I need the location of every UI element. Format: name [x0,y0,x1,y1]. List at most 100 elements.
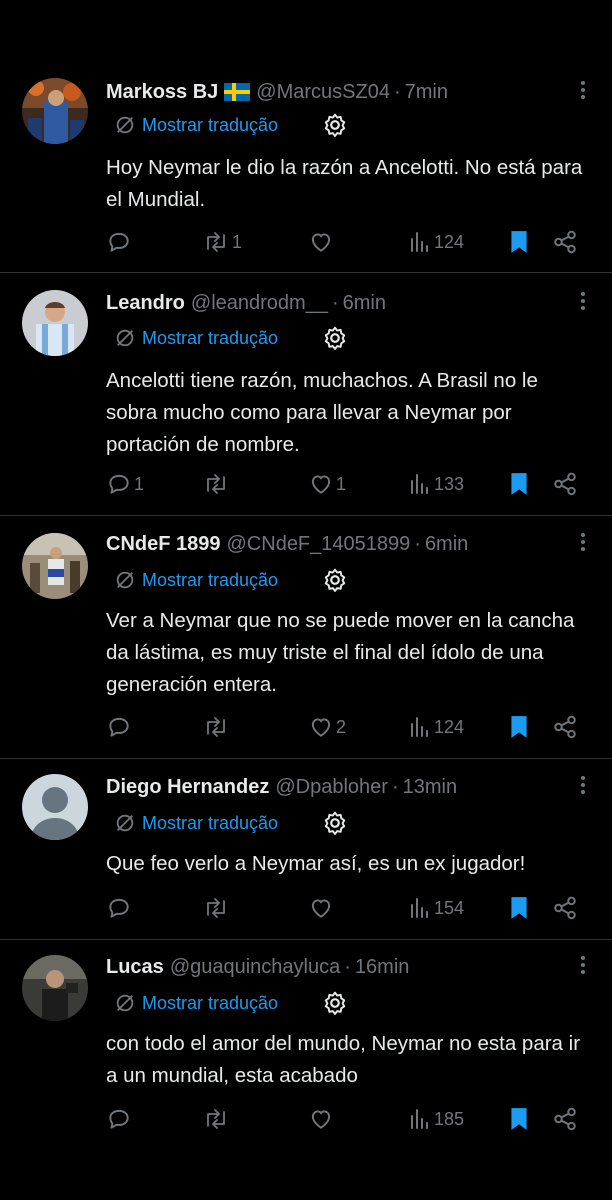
timestamp[interactable]: 6min [343,292,386,315]
translate-icon [116,116,134,134]
retweet-icon [207,232,225,252]
gear-icon[interactable] [322,990,348,1016]
views-count: 185 [434,1108,465,1129]
views-button[interactable]: 154 [408,893,464,923]
share-button[interactable] [552,712,578,742]
like-button[interactable] [308,1104,336,1134]
views-count: 133 [434,473,465,494]
share-button[interactable] [552,469,578,499]
share-icon [554,896,576,920]
avatar[interactable] [22,533,88,599]
share-button[interactable] [552,893,578,923]
avatar[interactable] [22,955,88,1021]
tweet[interactable]: Leandro @leandrodm__ · 6min Mostrar trad… [0,272,612,516]
author-name[interactable]: Diego Hernandez [106,776,269,799]
tweet[interactable]: Markoss BJ @MarcusSZ04 · 7min Mostrar tr… [0,0,612,273]
tweet[interactable]: CNdeF 1899 @CNdeF_14051899 · 6min Mostra… [0,515,612,759]
author-name[interactable]: Lucas [106,956,164,979]
reply-icon [109,1109,129,1129]
retweet-button[interactable]: 1 [202,227,242,257]
views-button[interactable]: 124 [408,712,464,742]
author-handle[interactable]: @CNdeF_14051899 [227,533,411,556]
author-handle[interactable]: @Dpabloher [275,776,388,799]
bookmark-icon [511,473,527,495]
views-button[interactable]: 124 [408,227,464,257]
retweet-icon [207,717,225,737]
retweet-button[interactable] [202,1104,232,1134]
views-icon [411,474,428,494]
views-count: 124 [434,716,465,737]
like-button[interactable] [308,227,336,257]
share-button[interactable] [552,1104,578,1134]
gear-icon[interactable] [322,112,348,138]
reply-button[interactable] [106,893,134,923]
author-handle[interactable]: @MarcusSZ04 [256,81,390,104]
author-name[interactable]: Leandro [106,292,185,315]
author-name[interactable]: CNdeF 1899 [106,533,221,556]
translate-link[interactable]: Mostrar tradução [114,324,278,352]
bookmark-button[interactable] [508,469,530,499]
like-button[interactable]: 1 [308,469,346,499]
avatar[interactable] [22,774,88,840]
translate-label: Mostrar tradução [142,114,279,135]
retweet-button[interactable] [202,712,232,742]
translate-link[interactable]: Mostrar tradução [114,566,278,594]
timestamp[interactable]: 16min [355,956,409,979]
more-icon[interactable] [580,956,586,978]
bookmark-button[interactable] [508,227,530,257]
views-button[interactable]: 133 [408,469,464,499]
reply-button[interactable] [106,712,134,742]
author-name[interactable]: Markoss BJ [106,81,218,104]
action-bar: 154 [106,893,592,923]
gear-icon[interactable] [322,325,348,351]
tweet[interactable]: Diego Hernandez @Dpabloher · 13min Mostr… [0,758,612,940]
retweet-button[interactable] [202,469,232,499]
gear-icon[interactable] [322,567,348,593]
views-icon [411,717,428,737]
author-handle[interactable]: @guaquinchayluca [170,956,340,979]
more-icon[interactable] [580,533,586,555]
bookmark-button[interactable] [508,712,530,742]
translate-icon [116,571,134,589]
views-count: 154 [434,897,465,918]
action-bar: 1 1 133 [106,469,592,499]
translate-icon [116,814,134,832]
translate-link[interactable]: Mostrar tradução [114,989,278,1017]
like-count: 2 [336,716,347,737]
reply-button[interactable] [106,227,134,257]
timestamp[interactable]: 6min [425,533,468,556]
timestamp[interactable]: 13min [403,776,457,799]
views-count: 124 [434,231,465,252]
views-icon [411,232,428,252]
bookmark-icon [511,897,527,919]
avatar[interactable] [22,78,88,144]
share-button[interactable] [552,227,578,257]
retweet-button[interactable] [202,893,232,923]
bookmark-button[interactable] [508,893,530,923]
timestamp[interactable]: 7min [405,81,448,104]
tweet-text: Que feo verlo a Neymar así, es un ex jug… [106,852,526,875]
translate-label: Mostrar tradução [142,812,279,833]
share-icon [554,715,576,739]
avatar[interactable] [22,290,88,356]
like-button[interactable]: 2 [308,712,346,742]
bookmark-icon [511,1108,527,1130]
reply-button[interactable] [106,1104,134,1134]
views-button[interactable]: 185 [408,1104,464,1134]
like-button[interactable] [308,893,336,923]
share-icon [554,472,576,496]
like-icon [311,233,331,252]
reply-icon [109,898,129,918]
bookmark-button[interactable] [508,1104,530,1134]
reply-count: 1 [134,473,145,494]
more-icon[interactable] [580,81,586,103]
like-count: 1 [336,473,347,494]
translate-link[interactable]: Mostrar tradução [114,809,278,837]
translate-link[interactable]: Mostrar tradução [114,111,278,139]
reply-button[interactable]: 1 [106,469,144,499]
tweet[interactable]: Lucas @guaquinchayluca · 16min Mostrar t… [0,939,612,1200]
gear-icon[interactable] [322,810,348,836]
more-icon[interactable] [580,776,586,798]
author-handle[interactable]: @leandrodm__ [191,292,328,315]
more-icon[interactable] [580,292,586,314]
